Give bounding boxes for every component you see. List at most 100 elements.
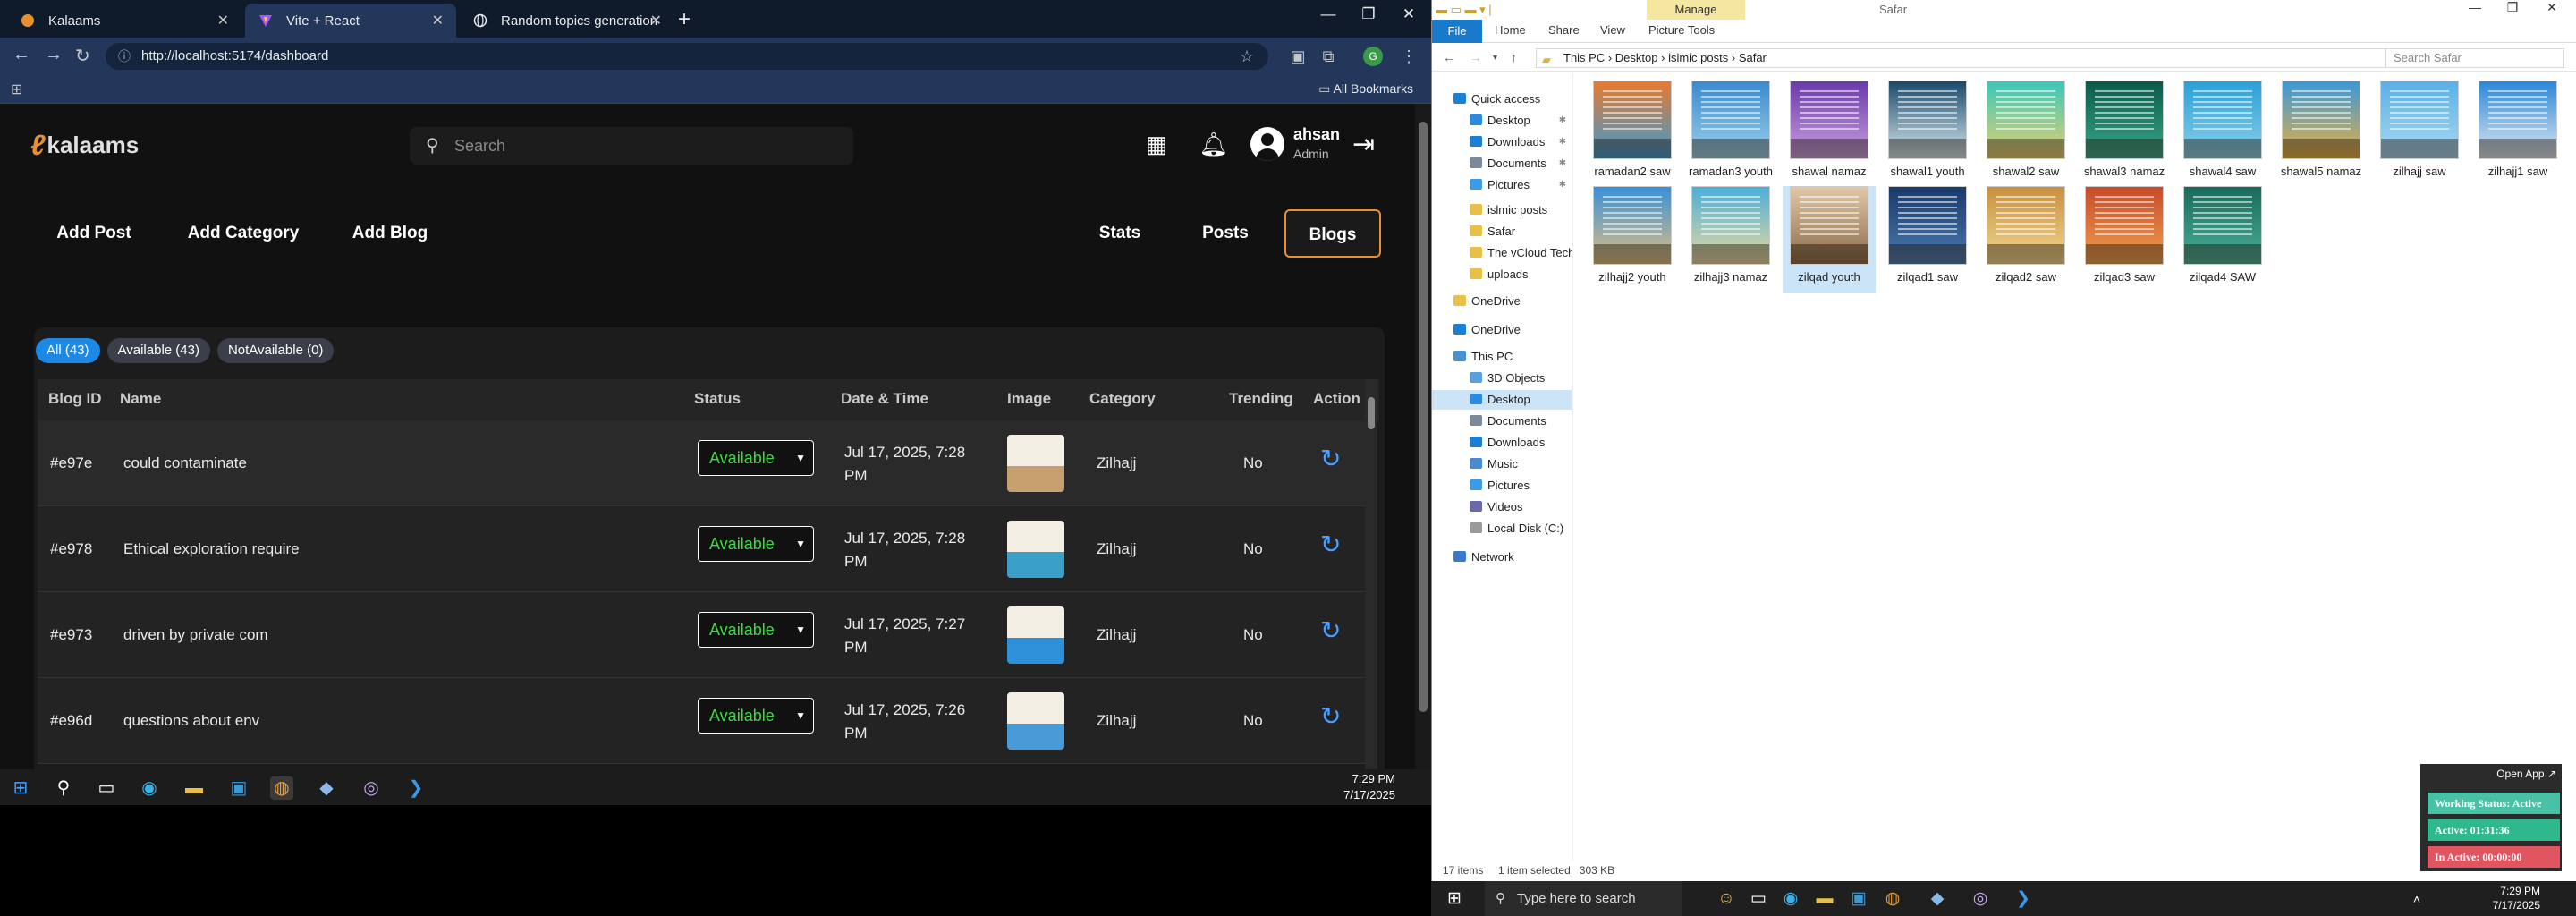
file-item[interactable]: shawal4 saw <box>2176 81 2269 188</box>
minimize-icon[interactable]: — <box>2457 0 2493 14</box>
kalaams-logo[interactable]: ℓ kalaams <box>30 129 139 162</box>
manage-tab[interactable]: Manage <box>1647 0 1745 20</box>
file-explorer-icon[interactable]: ▬ <box>1814 888 1835 910</box>
apps-grid-icon[interactable]: ⊞ <box>11 81 22 98</box>
github-icon[interactable]: ◎ <box>360 776 383 800</box>
system-tray-icons[interactable]: ˄ ▭ ◀) <box>2406 888 2428 916</box>
kebab-menu-icon[interactable]: ⋮ <box>1399 47 1419 66</box>
posts-button[interactable]: Posts <box>1181 209 1270 258</box>
file-item[interactable]: ramadan2 saw <box>1586 81 1679 188</box>
stats-button[interactable]: Stats <box>1079 209 1161 258</box>
task-view-icon[interactable]: ▭ <box>95 776 118 800</box>
ribbon-home[interactable]: Home <box>1495 23 1526 37</box>
minimize-icon[interactable]: — <box>1315 5 1342 23</box>
close-window-icon[interactable]: ✕ <box>1395 5 1422 23</box>
file-explorer-icon[interactable]: ▬ <box>182 776 206 800</box>
up-arrow-icon[interactable]: ↑ <box>1511 50 1517 64</box>
add-post-button[interactable]: Add Post <box>36 209 152 258</box>
task-view-icon[interactable]: ▭ <box>1748 888 1769 910</box>
extensions-puzzle-icon[interactable]: ⧉ <box>1318 47 1338 66</box>
search-box[interactable]: ⚲ Search <box>410 127 853 165</box>
nav-item[interactable]: Music <box>1432 454 1572 474</box>
col-category[interactable]: Category <box>1089 390 1156 408</box>
path-safar[interactable]: Safar <box>1739 51 1767 64</box>
filter-not-available[interactable]: NotAvailable (0) <box>216 338 335 363</box>
chrome-icon[interactable]: ◍ <box>1882 888 1903 910</box>
table-scrollbar[interactable] <box>1365 379 1377 769</box>
path-desktop[interactable]: Desktop <box>1615 51 1658 64</box>
nav-item[interactable]: OneDrive <box>1432 320 1572 340</box>
col-image[interactable]: Image <box>1007 390 1051 408</box>
col-name[interactable]: Name <box>120 390 161 408</box>
status-select[interactable]: Available ▼ <box>698 698 814 734</box>
nav-item[interactable]: Documents <box>1432 411 1572 431</box>
edge-icon[interactable]: ◉ <box>138 776 161 800</box>
file-item[interactable]: zilqad3 saw <box>2078 186 2171 293</box>
nav-item[interactable]: Pictures <box>1432 476 1572 496</box>
nav-item[interactable]: Videos <box>1432 497 1572 517</box>
nav-item[interactable]: The vCloud Tech Blo <box>1432 243 1572 263</box>
file-item[interactable]: shawal1 youth <box>1881 81 1974 188</box>
explorer-search-input[interactable]: Search Safar <box>2385 48 2564 68</box>
nav-item[interactable]: Downloads <box>1432 433 1572 453</box>
file-item[interactable]: ramadan3 youth <box>1684 81 1777 188</box>
ribbon-share[interactable]: Share <box>1548 23 1580 37</box>
tab-vite-react[interactable]: Vite + React ✕ <box>245 4 456 38</box>
path-this-pc[interactable]: This PC <box>1563 51 1605 64</box>
refresh-icon[interactable]: ↻ <box>1320 701 1341 731</box>
open-app-link[interactable]: Open App ↗ <box>2496 768 2556 780</box>
close-window-icon[interactable]: ✕ <box>2534 0 2570 15</box>
github-icon[interactable]: ◎ <box>1970 888 1991 910</box>
vscode-icon[interactable]: ❯ <box>404 776 428 800</box>
dashboard-grid-icon[interactable]: ▦ <box>1141 129 1172 159</box>
file-item[interactable]: zilhajj2 youth <box>1586 186 1679 293</box>
forward-arrow-icon[interactable]: → <box>1470 50 1482 64</box>
restore-icon[interactable]: ❐ <box>1355 5 1382 23</box>
page-scrollbar[interactable] <box>1415 104 1431 769</box>
nav-item[interactable]: Quick access <box>1432 89 1572 109</box>
quick-access-toolbar-icon[interactable]: ▬ ▭ ▬ ▾ | <box>1436 3 1492 17</box>
windows-start-icon[interactable]: ⊞ <box>9 776 32 800</box>
file-item[interactable]: zilqad4 SAW <box>2176 186 2269 293</box>
store-icon[interactable]: ▣ <box>227 776 250 800</box>
file-item[interactable]: zilhajj3 namaz <box>1684 186 1777 293</box>
table-scroll-thumb[interactable] <box>1368 397 1375 429</box>
nav-item[interactable]: Safar <box>1432 222 1572 242</box>
new-tab-plus-icon[interactable]: + <box>678 7 691 32</box>
bell-icon[interactable]: 🔔︎ <box>1199 129 1229 159</box>
add-category-button[interactable]: Add Category <box>174 209 313 258</box>
ribbon-file[interactable]: File <box>1432 20 1482 43</box>
clock[interactable]: 7:29 PM 7/17/2025 <box>1343 771 1395 803</box>
refresh-icon[interactable]: ↻ <box>1320 444 1341 473</box>
nav-item[interactable]: Desktop <box>1432 390 1572 410</box>
file-item[interactable]: zilqad1 saw <box>1881 186 1974 293</box>
edge-icon[interactable]: ◉ <box>1780 888 1801 910</box>
emoji-widget-icon[interactable]: ☺ <box>1716 888 1737 910</box>
col-trending[interactable]: Trending <box>1229 390 1293 408</box>
nav-item[interactable]: Downloads ✱ <box>1432 132 1572 152</box>
nav-item[interactable]: Pictures ✱ <box>1432 175 1572 195</box>
reload-icon[interactable]: ↻ <box>75 45 90 67</box>
close-icon[interactable]: ✕ <box>650 12 662 30</box>
col-date[interactable]: Date & Time <box>841 390 928 408</box>
store-icon[interactable]: ▣ <box>1848 888 1869 910</box>
table-row[interactable]: #e978 Ethical exploration require Availa… <box>38 506 1365 592</box>
taskbar-search[interactable]: ⚲ Type here to search <box>1485 881 1682 916</box>
col-blog-id[interactable]: Blog ID <box>48 390 102 408</box>
nav-item[interactable]: Network <box>1432 547 1572 567</box>
clock[interactable]: 7:29 PM 7/17/2025 <box>2493 884 2540 912</box>
all-bookmarks[interactable]: ▭ All Bookmarks <box>1318 81 1413 97</box>
recent-locations-icon[interactable]: ▾ <box>1493 53 1497 63</box>
col-status[interactable]: Status <box>694 390 741 408</box>
profile-avatar-icon[interactable]: G <box>1363 47 1383 66</box>
file-item[interactable]: zilqad2 saw <box>1979 186 2072 293</box>
nav-item[interactable]: uploads <box>1432 265 1572 284</box>
nav-item[interactable]: This PC <box>1432 347 1572 367</box>
vscode-icon[interactable]: ❯ <box>2012 888 2034 910</box>
nav-item[interactable]: Desktop ✱ <box>1432 111 1572 131</box>
file-item[interactable]: shawal3 namaz <box>2078 81 2171 188</box>
close-icon[interactable]: ✕ <box>217 12 229 30</box>
tab-kalaams[interactable]: Kalaams ✕ <box>7 4 242 38</box>
app-icon[interactable]: ◆ <box>315 776 338 800</box>
back-arrow-icon[interactable]: ← <box>1443 50 1455 64</box>
